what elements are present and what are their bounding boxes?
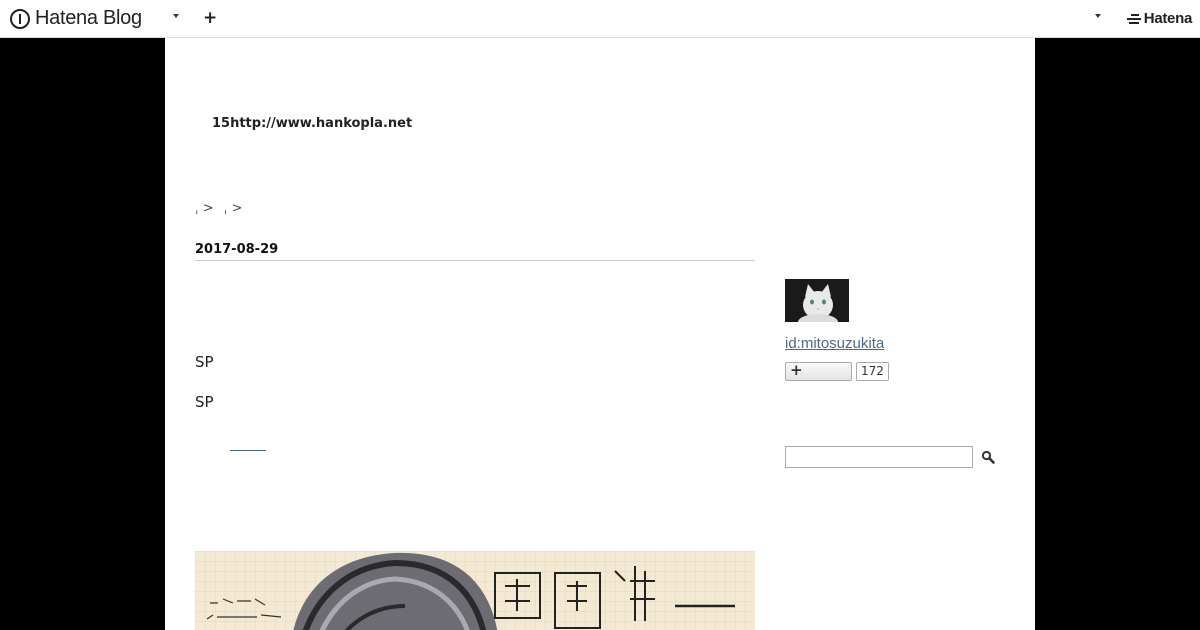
hatena-logo-text: Hatena <box>1143 10 1193 27</box>
entry-text-line: SP <box>195 353 214 371</box>
breadcrumb: ˌ > ˌ > <box>195 201 248 216</box>
follow-plus-icon: + <box>790 361 803 379</box>
add-entry-button[interactable]: + <box>203 8 217 28</box>
search-icon[interactable] <box>981 450 995 464</box>
search-input[interactable] <box>785 446 973 468</box>
hatena-blog-logo[interactable]: Hatena Blog <box>10 6 142 31</box>
global-header: Hatena Blog + Hatena <box>0 0 1200 38</box>
blog-title[interactable]: 15http://www.hankopla.net <box>212 116 412 131</box>
profile-id-link[interactable]: id:mitosuzukita <box>785 335 884 352</box>
profile-avatar[interactable] <box>785 279 849 322</box>
blog-container: 15http://www.hankopla.net ˌ > ˌ > 2017-0… <box>165 38 1035 630</box>
entry-date[interactable]: 2017-08-29 <box>195 242 755 261</box>
breadcrumb-item[interactable]: ˌ > <box>224 201 243 216</box>
hatena-mark-icon <box>1126 13 1141 25</box>
hatena-logo[interactable]: Hatena <box>1126 10 1193 27</box>
blog-menu-chevron-down-icon[interactable] <box>173 14 179 18</box>
user-menu-chevron-down-icon[interactable] <box>1095 14 1101 18</box>
breadcrumb-item[interactable]: ˌ > <box>195 201 214 216</box>
logo-text: Hatena Blog <box>35 7 142 29</box>
entry-link[interactable] <box>230 440 266 451</box>
entry-text-line: SP <box>195 393 214 411</box>
follower-count: 172 <box>856 362 889 381</box>
follow-button[interactable]: + <box>785 361 852 381</box>
hatena-blog-logo-icon <box>10 8 30 29</box>
entry-illustration-image <box>195 551 755 630</box>
